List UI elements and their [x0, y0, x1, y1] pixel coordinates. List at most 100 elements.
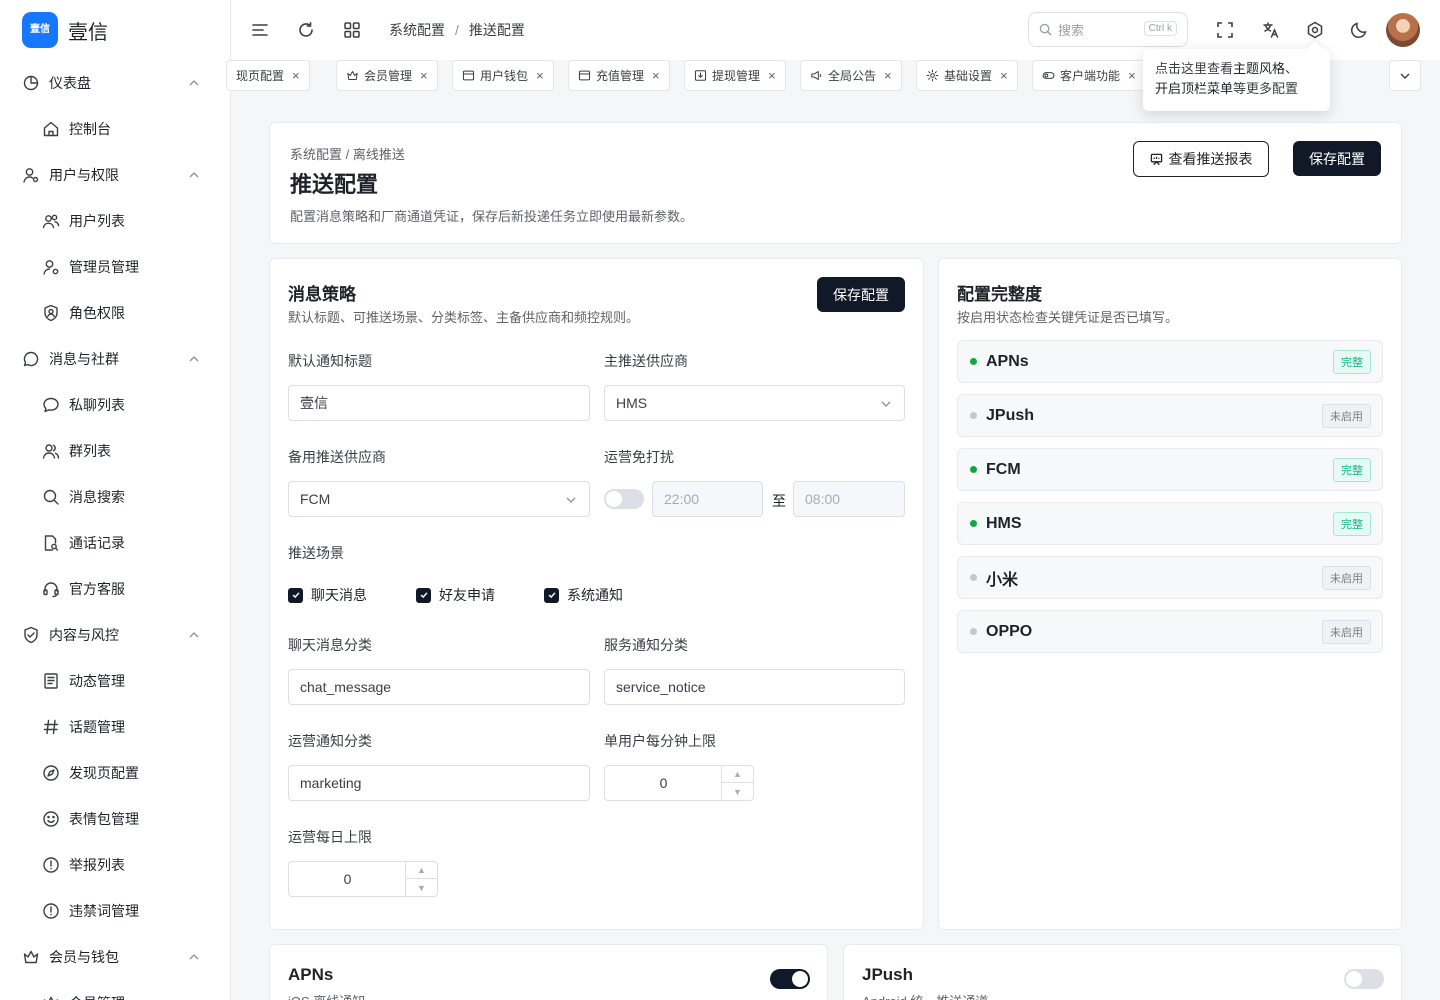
daily-limit-value[interactable]: 0: [289, 862, 406, 896]
tab-item[interactable]: 提现管理 ×: [684, 60, 786, 91]
tab-label: 客户端功能: [1060, 69, 1121, 83]
tabs-more-button[interactable]: [1389, 60, 1421, 91]
shield-check-icon: [22, 626, 40, 644]
sidebar-item[interactable]: 违禁词管理: [0, 888, 230, 934]
tab-item[interactable]: 全局公告 ×: [800, 60, 902, 91]
tab-close-icon[interactable]: ×: [292, 68, 300, 83]
tab-close-icon[interactable]: ×: [652, 68, 660, 83]
sidebar-item-label: 控制台: [69, 121, 111, 137]
quiet-hours-switch[interactable]: [604, 489, 644, 509]
completeness-card: 配置完整度 按启用状态检查关键凭证是否已填写。 APNs 完整 JPush 未启用 FC…: [938, 258, 1402, 930]
sidebar-item[interactable]: 控制台: [0, 106, 230, 152]
apps-grid-icon[interactable]: [343, 21, 361, 39]
tab-label: 全局公告: [828, 69, 877, 83]
sidebar-item[interactable]: 举报列表: [0, 842, 230, 888]
translate-icon[interactable]: [1262, 21, 1280, 39]
channel-description: iOS 离线通知: [288, 991, 365, 1000]
marketing-category-input[interactable]: marketing: [288, 765, 590, 801]
provider-name: HMS: [986, 514, 1022, 532]
breadcrumb-item[interactable]: 系统配置: [389, 20, 445, 40]
dark-mode-icon[interactable]: [1350, 21, 1368, 39]
menu-toggle-icon[interactable]: [251, 21, 269, 39]
provider-row: HMS 完整: [957, 502, 1383, 545]
quiet-end-input[interactable]: 08:00: [793, 481, 905, 517]
channel-enable-switch[interactable]: [1344, 969, 1384, 989]
tab-close-icon[interactable]: ×: [1000, 68, 1008, 83]
tab-close-icon[interactable]: ×: [1128, 68, 1136, 83]
sidebar-item-label: 私聊列表: [69, 397, 125, 413]
sidebar-item[interactable]: 群列表: [0, 428, 230, 474]
sidebar-item[interactable]: 消息搜索: [0, 474, 230, 520]
primary-provider-select[interactable]: HMS: [604, 385, 905, 421]
tab-close-icon[interactable]: ×: [768, 68, 776, 83]
quiet-start-input[interactable]: 22:00: [652, 481, 763, 517]
strategy-title: 消息策略: [288, 285, 356, 304]
sidebar-group[interactable]: 仪表盘: [0, 60, 230, 106]
decrement-button[interactable]: ▼: [406, 879, 437, 896]
provider-row: APNs 完整: [957, 340, 1383, 383]
file-search-icon: [42, 534, 60, 552]
strategy-description: 默认标题、可推送场景、分类标签、主备供应商和频控规则。: [288, 310, 640, 325]
save-config-button[interactable]: 保存配置: [1293, 141, 1381, 176]
refresh-icon[interactable]: [297, 21, 315, 39]
tab-label: 用户钱包: [480, 69, 529, 83]
checkbox-check-icon: [416, 587, 431, 603]
provider-name: 小米: [986, 571, 1019, 589]
tab-close-icon[interactable]: ×: [420, 68, 428, 83]
default-title-input[interactable]: 壹信: [288, 385, 590, 421]
per-minute-limit-value[interactable]: 0: [605, 766, 722, 800]
sidebar-item[interactable]: 话题管理: [0, 704, 230, 750]
wallet-icon: [462, 69, 475, 82]
status-dot: [970, 412, 977, 419]
tab-item[interactable]: 基础设置 ×: [916, 60, 1018, 91]
sidebar-group[interactable]: 用户与权限: [0, 152, 230, 198]
sidebar-item[interactable]: 私聊列表: [0, 382, 230, 428]
sidebar-item[interactable]: 官方客服: [0, 566, 230, 612]
provider-name: APNs: [986, 352, 1029, 370]
tab-item[interactable]: 现页配置 ×: [226, 60, 310, 91]
breadcrumb: 系统配置 / 推送配置: [389, 20, 525, 40]
sidebar-item[interactable]: 会员管理: [0, 980, 230, 1000]
strategy-save-button[interactable]: 保存配置: [817, 277, 905, 312]
tab-item[interactable]: 客户端功能 ×: [1032, 60, 1146, 91]
sidebar-item[interactable]: 发现页配置: [0, 750, 230, 796]
sidebar-group[interactable]: 会员与钱包: [0, 934, 230, 980]
backup-provider-select[interactable]: FCM: [288, 481, 590, 517]
decrement-button[interactable]: ▼: [722, 783, 753, 800]
scene-checkbox[interactable]: 聊天消息: [288, 585, 367, 605]
channel-enable-switch[interactable]: [770, 969, 810, 989]
view-report-button[interactable]: 查看推送报表: [1133, 141, 1269, 177]
chat-category-input[interactable]: chat_message: [288, 669, 590, 705]
sidebar-group[interactable]: 内容与风控: [0, 612, 230, 658]
scene-checkbox[interactable]: 好友申请: [416, 585, 495, 605]
tab-close-icon[interactable]: ×: [884, 68, 892, 83]
fullscreen-icon[interactable]: [1216, 21, 1234, 39]
brand[interactable]: 壹信 壹信: [0, 0, 230, 60]
sidebar-item[interactable]: 管理员管理: [0, 244, 230, 290]
global-search[interactable]: 搜索 Ctrl k: [1028, 12, 1188, 47]
sidebar-item[interactable]: 表情包管理: [0, 796, 230, 842]
sidebar-item-label: 角色权限: [69, 305, 125, 321]
avatar[interactable]: [1386, 13, 1420, 47]
sidebar-item[interactable]: 通话记录: [0, 520, 230, 566]
checkbox-check-icon: [544, 587, 559, 603]
per-minute-limit-stepper[interactable]: 0 ▲ ▼: [604, 765, 754, 801]
increment-button[interactable]: ▲: [722, 766, 753, 783]
scene-checkbox[interactable]: 系统通知: [544, 585, 623, 605]
users-icon: [42, 212, 60, 230]
sidebar-item[interactable]: 动态管理: [0, 658, 230, 704]
sidebar-item[interactable]: 用户列表: [0, 198, 230, 244]
sidebar-item[interactable]: 角色权限: [0, 290, 230, 336]
tab-item[interactable]: 充值管理 ×: [568, 60, 670, 91]
tab-item[interactable]: 会员管理 ×: [336, 60, 438, 91]
tab-item[interactable]: 用户钱包 ×: [452, 60, 554, 91]
chevron-down-icon: [565, 494, 577, 506]
sidebar-group[interactable]: 消息与社群: [0, 336, 230, 382]
service-category-input[interactable]: service_notice: [604, 669, 905, 705]
tab-close-icon[interactable]: ×: [536, 68, 544, 83]
daily-limit-stepper[interactable]: 0 ▲ ▼: [288, 861, 438, 897]
gear-icon: [926, 69, 939, 82]
document-list-icon: [42, 672, 60, 690]
settings-icon[interactable]: [1306, 21, 1324, 39]
increment-button[interactable]: ▲: [406, 862, 437, 879]
